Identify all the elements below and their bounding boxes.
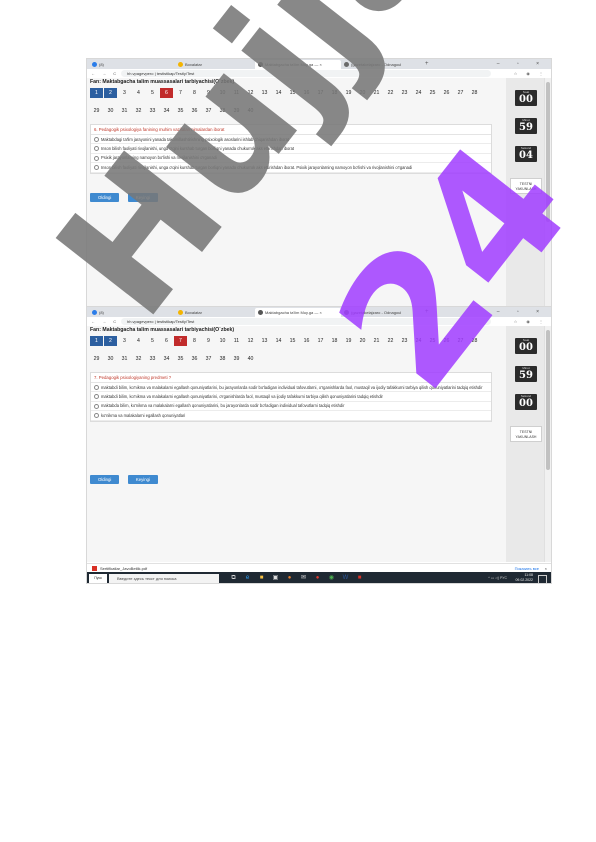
tab-favicon-icon [258, 310, 263, 315]
question-number-button[interactable]: 1 [90, 88, 103, 98]
word-icon[interactable]: W [341, 574, 350, 583]
question-number-button[interactable]: 14 [272, 336, 285, 346]
question-number-button[interactable]: 15 [286, 336, 299, 346]
question-number-button[interactable]: 24 [412, 88, 425, 98]
question-number-button[interactable]: 27 [454, 88, 467, 98]
question-number-button[interactable]: 40 [244, 354, 257, 364]
clock[interactable]: 11:0809.02.2022 [515, 573, 533, 583]
timer-value: 59 [519, 122, 533, 133]
nav-buttons[interactable]: ← → C [91, 318, 119, 325]
tab-favicon-icon [92, 310, 97, 315]
tray-icons[interactable]: ^ ▭ ◁) РУС [488, 572, 507, 583]
question-number-button[interactable]: 31 [118, 354, 131, 364]
timer-value: 00 [519, 398, 533, 409]
chrome-icon[interactable]: ◉ [327, 574, 336, 583]
question-number-button[interactable]: 39 [230, 354, 243, 364]
question-number-button[interactable]: 29 [90, 106, 103, 116]
taskbar-search[interactable]: Введите здесь текст для поиска [109, 574, 219, 583]
start-button[interactable]: Пуск [89, 574, 107, 583]
question-number-button[interactable]: 4 [132, 336, 145, 346]
question-number-button[interactable]: 2 [104, 336, 117, 346]
task-view-icon[interactable]: ⧉ [229, 574, 238, 583]
nav-buttons[interactable]: ← → C [91, 70, 119, 77]
question-number-button[interactable]: 9 [202, 336, 215, 346]
pdf-icon [92, 566, 97, 572]
question-number-button[interactable]: 30 [104, 354, 117, 364]
scrollbar-thumb[interactable] [546, 330, 550, 470]
tab-label: (8) [99, 310, 104, 315]
next-button[interactable]: Keyingi [127, 475, 158, 484]
store-icon[interactable]: ▣ [271, 574, 280, 583]
taskbar: Пуск Введите здесь текст для поиска ⧉ e … [87, 572, 551, 583]
extension-icons[interactable]: ☆ ◉ ⋮ [514, 70, 547, 77]
app-icon[interactable]: ● [285, 574, 294, 583]
timer-box: Minut 59 [515, 118, 537, 134]
answer-option-label: maktabda bilim, ko'nikma va malakalarni … [101, 403, 345, 409]
question-number-button[interactable]: 11 [230, 336, 243, 346]
question-number-button[interactable]: 37 [202, 354, 215, 364]
answer-option[interactable]: maktabda bilim, ko'nikma va malakalarni … [91, 402, 491, 412]
question-number-button[interactable]: 33 [146, 354, 159, 364]
window-controls[interactable]: – ▫ × [497, 59, 547, 69]
question-number-button[interactable]: 12 [244, 336, 257, 346]
yandex-icon[interactable]: ● [313, 574, 322, 583]
radio-button-icon[interactable] [94, 413, 99, 419]
question-number-button[interactable]: 8 [188, 336, 201, 346]
answer-option[interactable]: ko'nikma va malakalarni egallash qonuniy… [91, 411, 491, 421]
radio-button-icon[interactable] [94, 384, 99, 390]
new-tab-button[interactable]: + [425, 59, 429, 69]
radio-button-icon[interactable] [94, 394, 99, 400]
timer-box: Sekund 00 [515, 394, 537, 410]
question-number-button[interactable]: 26 [440, 88, 453, 98]
question-number-button[interactable]: 16 [300, 336, 313, 346]
timer-value: 59 [519, 370, 533, 381]
pdf-app-icon[interactable]: ■ [355, 574, 364, 583]
question-number-button[interactable]: 2 [104, 88, 117, 98]
download-file[interactable]: Sertifikatlar_JavoBetlik.pdf [100, 566, 147, 571]
question-number-button[interactable]: 22 [384, 88, 397, 98]
timer-box: Minut 59 [515, 366, 537, 382]
question-number-button[interactable]: 1 [90, 336, 103, 346]
timer-value: 00 [519, 94, 533, 105]
question-number-button[interactable]: 3 [118, 336, 131, 346]
answer-option-label: maktabdi bilim, ko'nikma va malakalarni … [101, 393, 383, 399]
question-number-button[interactable]: 36 [188, 354, 201, 364]
folder-icon[interactable]: ■ [257, 574, 266, 583]
prev-button[interactable]: Oldingi [90, 475, 120, 484]
edge-icon[interactable]: e [243, 574, 252, 583]
mail-icon[interactable]: ✉ [299, 574, 308, 583]
notification-icon[interactable] [538, 575, 547, 583]
question-number-button[interactable]: 23 [398, 88, 411, 98]
question-number-button[interactable]: 28 [468, 88, 481, 98]
answer-option-label: ko'nikma va malakalarni egallash qonuniy… [101, 412, 186, 418]
nav-button-row: Oldingi Keyingi [90, 468, 210, 486]
timer-panel: Soat 00 Minut 59 Sekund 00 TESTNI YAKUNLASH [506, 326, 546, 562]
tab-favicon-icon [92, 62, 97, 67]
question-number-button[interactable]: 34 [160, 354, 173, 364]
question-number-button[interactable]: 38 [216, 354, 229, 364]
tab-label: (8) [99, 62, 104, 67]
question-number-button[interactable]: 10 [216, 336, 229, 346]
timer-box: Sekund 04 [515, 146, 537, 162]
question-number-button[interactable]: 17 [314, 336, 327, 346]
scrollbar[interactable] [544, 326, 551, 562]
question-number-button[interactable]: 25 [426, 88, 439, 98]
question-number-button[interactable]: 18 [328, 336, 341, 346]
finish-test-button[interactable]: TESTNI YAKUNLASH [510, 426, 542, 442]
question-number-button[interactable]: 29 [90, 354, 103, 364]
question-number-button[interactable]: 13 [258, 336, 271, 346]
timer-box: Soat 00 [515, 90, 537, 106]
timer-value: 04 [519, 150, 533, 161]
question-number-button[interactable]: 35 [174, 354, 187, 364]
radio-button-icon[interactable] [94, 403, 99, 409]
question-number-button[interactable]: 32 [132, 354, 145, 364]
